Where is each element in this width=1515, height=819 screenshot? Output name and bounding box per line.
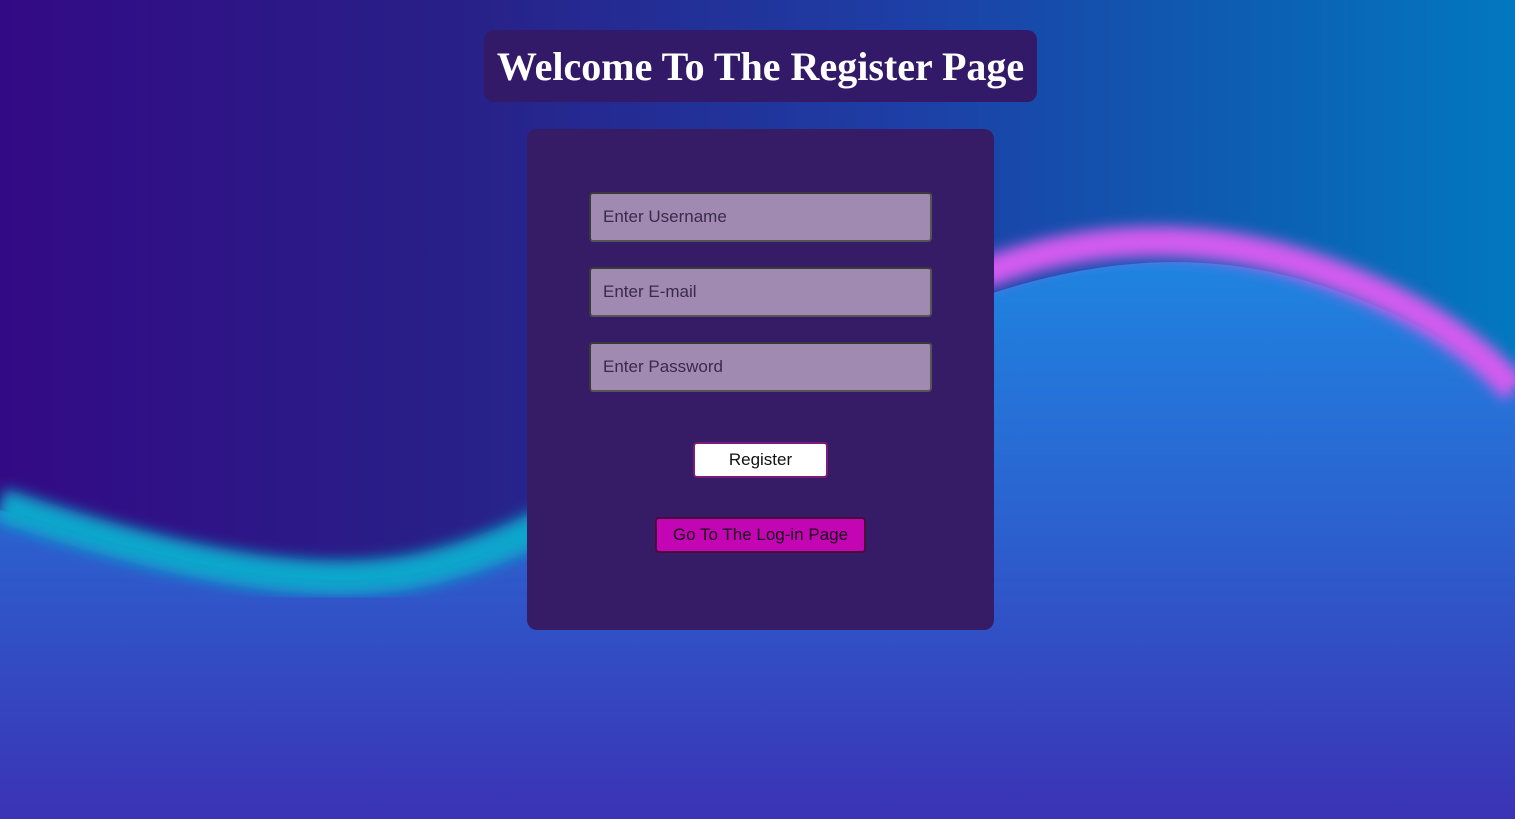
go-to-login-button[interactable]: Go To The Log-in Page xyxy=(655,517,866,553)
password-input[interactable] xyxy=(589,342,932,392)
register-button[interactable]: Register xyxy=(693,442,828,478)
username-input[interactable] xyxy=(589,192,932,242)
email-input[interactable] xyxy=(589,267,932,317)
page-title: Welcome To The Register Page xyxy=(496,43,1025,89)
register-form-panel: Register Go To The Log-in Page xyxy=(527,129,994,630)
page-title-box: Welcome To The Register Page xyxy=(484,30,1037,102)
